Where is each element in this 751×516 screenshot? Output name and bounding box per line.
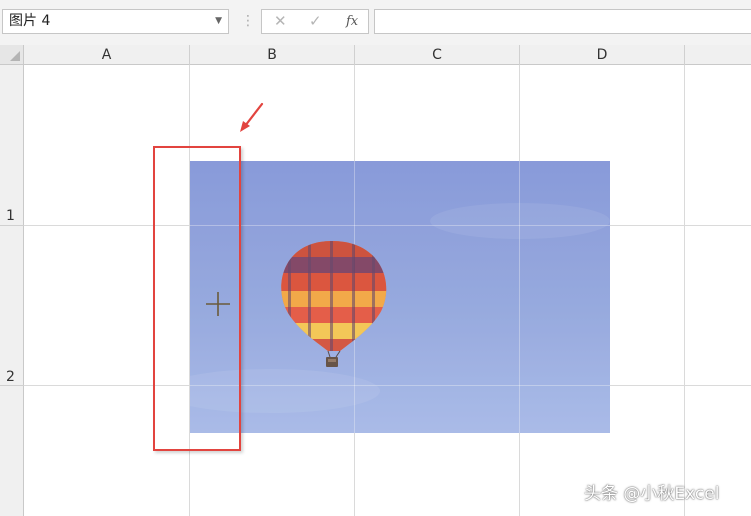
row-separator xyxy=(0,385,24,386)
column-header-e[interactable] xyxy=(685,45,751,65)
crosshair-cursor-icon xyxy=(206,292,230,316)
column-header-c[interactable]: C xyxy=(355,45,520,65)
grid-line xyxy=(684,65,685,516)
column-header-d[interactable]: D xyxy=(520,45,685,65)
row-header-2[interactable]: 2 xyxy=(0,369,24,385)
select-all-button[interactable] xyxy=(0,45,24,65)
column-header-b[interactable]: B xyxy=(190,45,355,65)
cancel-icon[interactable]: ✕ xyxy=(274,10,287,33)
formula-bar: 图片 4 ▼ ⋮ ✕ ✓ fx xyxy=(0,0,751,46)
arrow-icon xyxy=(240,102,264,132)
row-header-1[interactable]: 1 xyxy=(0,208,24,224)
hot-air-balloon-image[interactable] xyxy=(190,161,610,433)
formula-bar-grip-icon: ⋮ xyxy=(241,13,255,29)
select-all-triangle-icon xyxy=(10,51,20,61)
column-header-a[interactable]: A xyxy=(24,45,190,65)
row-header-band xyxy=(0,65,24,516)
formula-buttons: ✕ ✓ fx xyxy=(261,9,369,34)
insert-function-icon[interactable]: fx xyxy=(346,10,358,33)
balloon-illustration xyxy=(190,161,610,433)
row-separator xyxy=(0,225,24,226)
enter-icon[interactable]: ✓ xyxy=(309,10,322,33)
chevron-down-icon[interactable]: ▼ xyxy=(215,10,222,33)
watermark: 头条 @小秋Excel xyxy=(584,484,720,504)
formula-input[interactable] xyxy=(374,9,751,34)
name-box-value: 图片 4 xyxy=(9,13,51,29)
name-box[interactable]: 图片 4 ▼ xyxy=(2,9,229,34)
